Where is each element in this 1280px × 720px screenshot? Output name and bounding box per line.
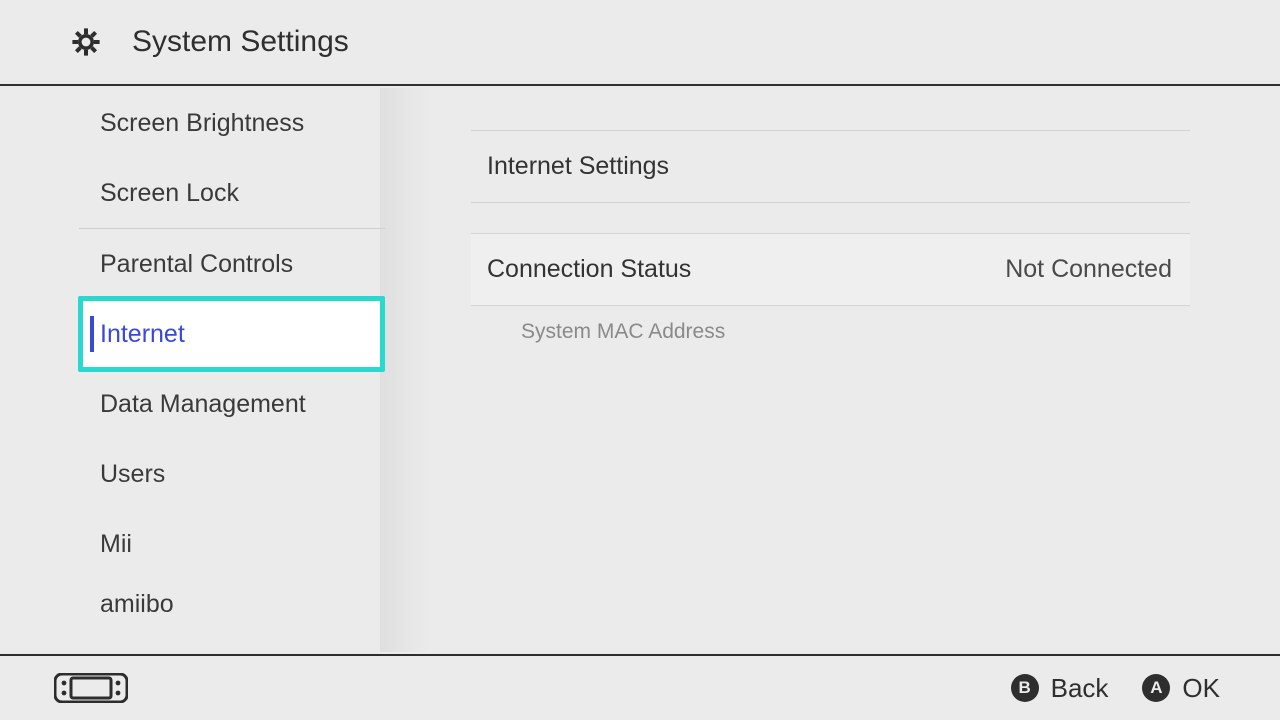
footer-left <box>54 673 128 703</box>
sidebar-item-amiibo[interactable]: amiibo <box>0 579 413 629</box>
selection-indicator-bar <box>90 316 94 352</box>
sidebar-item-label: Users <box>100 460 165 489</box>
sidebar-item-label: Screen Brightness <box>100 109 304 138</box>
row-connection-status[interactable]: Connection Status Not Connected <box>471 233 1190 306</box>
internet-settings-label: Internet Settings <box>487 152 669 181</box>
console-icon <box>54 673 128 703</box>
sidebar-item-screen-brightness[interactable]: Screen Brightness <box>0 88 413 158</box>
main-panel: Internet Settings Connection Status Not … <box>413 88 1280 652</box>
sidebar-item-label: amiibo <box>100 590 174 619</box>
gear-icon <box>66 22 106 62</box>
hint-back[interactable]: B Back <box>1011 673 1109 704</box>
sidebar-item-label: Screen Lock <box>100 179 239 208</box>
a-button-icon: A <box>1142 674 1170 702</box>
sidebar: Screen Brightness Screen Lock Parental C… <box>0 88 413 652</box>
header: System Settings <box>0 0 1280 86</box>
connection-status-value: Not Connected <box>1005 255 1172 284</box>
sidebar-item-data-management[interactable]: Data Management <box>0 369 413 439</box>
content: Screen Brightness Screen Lock Parental C… <box>0 88 1280 652</box>
row-mac-address: System MAC Address <box>471 306 1190 344</box>
sidebar-item-users[interactable]: Users <box>0 439 413 509</box>
sidebar-item-internet[interactable]: Internet <box>0 299 413 369</box>
back-label: Back <box>1051 673 1109 704</box>
ok-label: OK <box>1182 673 1220 704</box>
row-internet-settings[interactable]: Internet Settings <box>471 130 1190 203</box>
sidebar-item-label: Parental Controls <box>100 250 293 279</box>
sidebar-item-mii[interactable]: Mii <box>0 509 413 579</box>
footer: B Back A OK <box>0 654 1280 720</box>
sidebar-item-parental-controls[interactable]: Parental Controls <box>0 229 413 299</box>
b-button-icon: B <box>1011 674 1039 702</box>
footer-right: B Back A OK <box>1011 673 1220 704</box>
page-title: System Settings <box>132 25 349 59</box>
sidebar-item-screen-lock[interactable]: Screen Lock <box>0 158 413 228</box>
mac-address-label: System MAC Address <box>521 320 725 343</box>
sidebar-item-label: Internet <box>100 320 185 349</box>
row-spacer <box>471 203 1190 233</box>
hint-ok[interactable]: A OK <box>1142 673 1220 704</box>
connection-status-label: Connection Status <box>487 255 691 284</box>
sidebar-item-label: Data Management <box>100 390 306 419</box>
sidebar-item-label: Mii <box>100 530 132 559</box>
